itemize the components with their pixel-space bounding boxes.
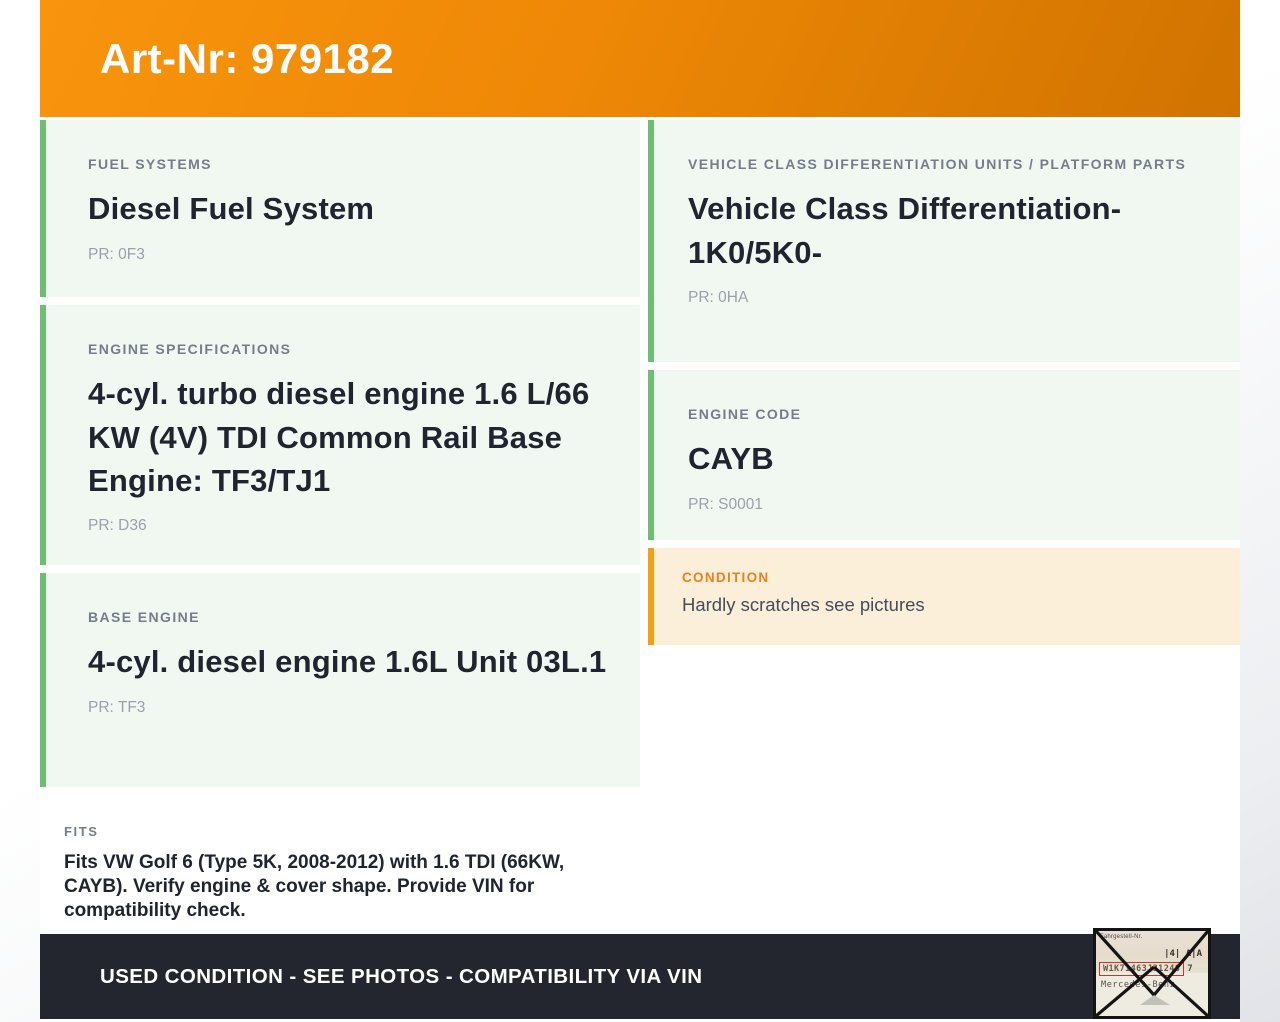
header-banner: Art-Nr: 979182: [40, 0, 1240, 117]
card-title: 4-cyl. turbo diesel engine 1.6 L/66 KW (…: [88, 376, 590, 499]
left-column: FUEL SYSTEMS Diesel Fuel System PR: 0F3 …: [40, 120, 640, 948]
fits-label: FITS: [64, 824, 99, 839]
right-column: VEHICLE CLASS DIFFERENTIATION UNITS / PL…: [648, 120, 1240, 948]
footer-text: USED CONDITION - SEE PHOTOS - COMPATIBIL…: [100, 964, 703, 988]
card-title: Diesel Fuel System: [88, 191, 375, 227]
card-pr-code: PR: D36: [88, 517, 147, 535]
content-area: Art-Nr: 979182 FUEL SYSTEMS Diesel Fuel …: [40, 0, 1240, 1022]
card-label: BASE ENGINE: [88, 609, 200, 625]
card-engine-specifications: ENGINE SPECIFICATIONS 4-cyl. turbo diese…: [40, 305, 640, 565]
envelope-icon: [1096, 931, 1208, 1016]
card-engine-code: ENGINE CODE CAYB PR: S0001: [648, 370, 1240, 540]
card-fits: FITS Fits VW Golf 6 (Type 5K, 2008-2012)…: [40, 795, 640, 948]
card-label: VEHICLE CLASS DIFFERENTIATION UNITS / PL…: [688, 156, 1187, 172]
card-pr-code: PR: TF3: [88, 698, 146, 716]
card-title: 4-cyl. diesel engine 1.6L Unit 03L.1: [88, 644, 607, 680]
condition-label: CONDITION: [682, 570, 770, 585]
card-label: FUEL SYSTEMS: [88, 156, 212, 172]
fits-text: Fits VW Golf 6 (Type 5K, 2008-2012) with…: [64, 851, 565, 922]
page-title: Art-Nr: 979182: [100, 34, 395, 82]
card-title: Vehicle Class Differentiation-1K0/5K0-: [688, 191, 1122, 270]
card-title: CAYB: [688, 441, 774, 477]
card-base-engine: BASE ENGINE 4-cyl. diesel engine 1.6L Un…: [40, 573, 640, 787]
footer-bar: USED CONDITION - SEE PHOTOS - COMPATIBIL…: [40, 934, 1240, 1019]
vin-document-stamp: Fahrgestell-Nr. |4| A|A W1K71463J31248 7…: [1093, 928, 1211, 1019]
card-label: ENGINE SPECIFICATIONS: [88, 341, 292, 357]
card-label: ENGINE CODE: [688, 406, 802, 422]
condition-text: Hardly scratches see pictures: [682, 594, 925, 615]
card-pr-code: PR: S0001: [688, 495, 763, 513]
card-fuel-systems: FUEL SYSTEMS Diesel Fuel System PR: 0F3: [40, 120, 640, 297]
card-pr-code: PR: 0F3: [88, 245, 145, 263]
card-pr-code: PR: 0HA: [688, 289, 749, 307]
card-condition: CONDITION Hardly scratches see pictures: [648, 548, 1240, 645]
page: Art-Nr: 979182 FUEL SYSTEMS Diesel Fuel …: [0, 0, 1280, 1022]
card-vehicle-class: VEHICLE CLASS DIFFERENTIATION UNITS / PL…: [648, 120, 1240, 362]
card-columns: FUEL SYSTEMS Diesel Fuel System PR: 0F3 …: [40, 120, 1240, 948]
